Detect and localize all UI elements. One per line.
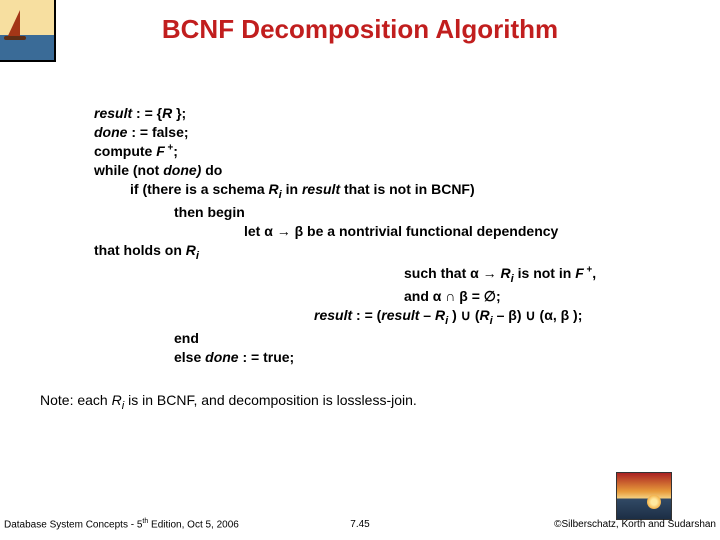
note-text: Note: each Ri is in BCNF, and decomposit… [40, 392, 417, 412]
algorithm-body: result : = {R }; done : = false; compute… [94, 104, 700, 367]
algo-line-3: compute F +; [94, 142, 700, 162]
algo-line-6: then begin [94, 203, 700, 222]
algo-line-7a: let α → β be a nontrivial functional dep… [94, 222, 700, 241]
algo-line-4: while (not done) do [94, 161, 700, 180]
algo-line-8: such that α → Ri is not in F +, [94, 264, 700, 288]
algo-line-5: if (there is a schema Ri in result that … [94, 180, 700, 203]
algo-line-12: else done : = true; [94, 348, 700, 367]
slide-footer: Database System Concepts - 5th Edition, … [0, 508, 720, 536]
algo-line-1: result : = {R }; [94, 104, 700, 123]
algo-line-9: and α ∩ β = ∅; [94, 287, 700, 306]
footer-copyright: ©Silberschatz, Korth and Sudarshan [554, 519, 716, 530]
algo-line-10: result : = (result – Ri ) ∪ (Ri – β) ∪ (… [94, 306, 700, 329]
algo-line-11: end [94, 329, 700, 348]
algo-line-7b: that holds on Ri [94, 241, 700, 264]
slide-title: BCNF Decomposition Algorithm [0, 14, 720, 45]
algo-line-2: done : = false; [94, 123, 700, 142]
